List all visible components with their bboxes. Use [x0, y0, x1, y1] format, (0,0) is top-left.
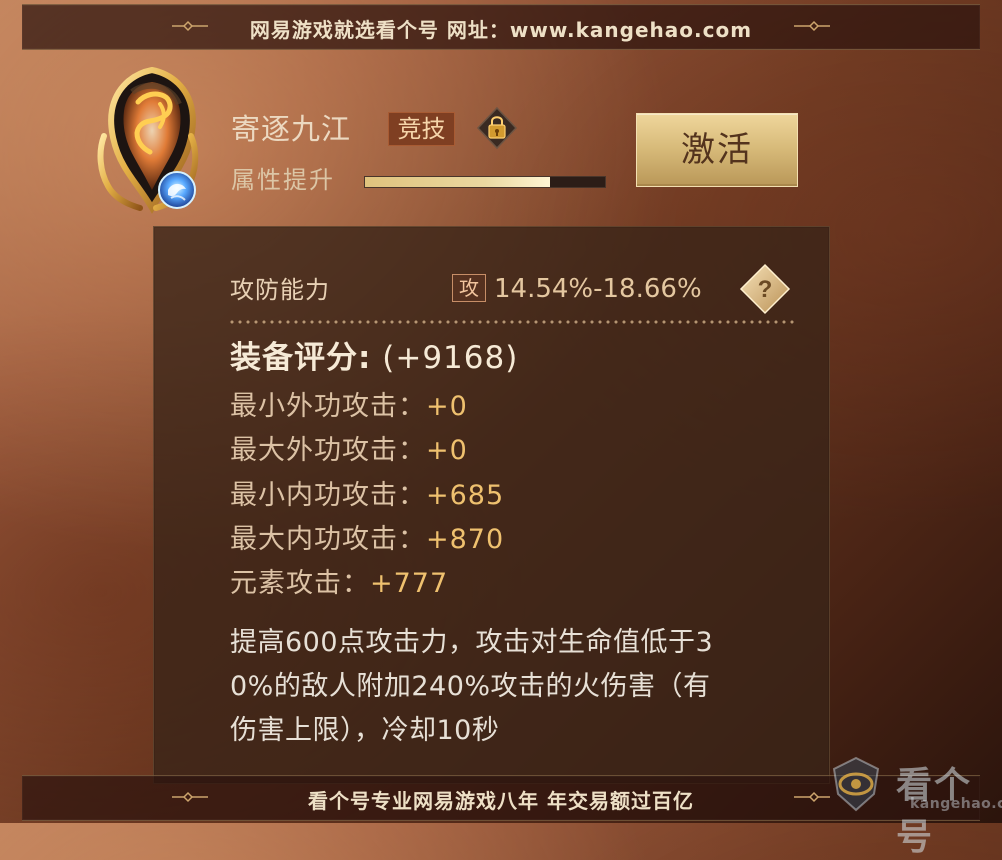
attribute-row: 最小内功攻击：+685: [230, 480, 504, 512]
attribute-name: 最小外功攻击: [230, 391, 398, 422]
item-icon: [90, 64, 215, 224]
equipment-score: 装备评分: (+9168): [230, 339, 518, 377]
attribute-value: +0: [426, 435, 468, 466]
attribute-separator: ：: [398, 480, 426, 511]
attribute-name: 最大内功攻击: [230, 524, 398, 555]
stats-range: 14.54%-18.66%: [494, 274, 702, 304]
score-value: (+9168): [382, 340, 519, 376]
attribute-row: 最小外功攻击：+0: [230, 391, 468, 423]
attribute-row: 最大外功攻击：+0: [230, 435, 468, 467]
attribute-progress-fill: [365, 177, 550, 187]
right-ornament-icon: [792, 17, 832, 35]
attribute-separator: ：: [398, 435, 426, 466]
attribute-value: +870: [426, 524, 505, 555]
lock-icon[interactable]: [474, 105, 520, 151]
question-icon[interactable]: ?: [738, 262, 792, 316]
top-banner-text: 网易游戏就选看个号 网址：www.kangehao.com: [249, 18, 753, 42]
description-line-3: 伤害上限），冷却10秒: [230, 715, 500, 746]
stats-section-label: 攻防能力: [230, 276, 330, 304]
attribute-name: 最小内功攻击: [230, 480, 398, 511]
attribute-value: +777: [370, 568, 449, 599]
svg-text:?: ?: [758, 276, 773, 303]
attribute-row: 元素攻击：+777: [230, 568, 448, 600]
score-label: 装备评分:: [230, 340, 372, 376]
attribute-separator: ：: [342, 568, 370, 599]
activate-button[interactable]: 激活: [636, 113, 798, 187]
description-line-2: 0%的敌人附加240%攻击的火伤害（有: [230, 671, 711, 702]
attribute-name: 最大外功攻击: [230, 435, 398, 466]
attribute-separator: ：: [398, 524, 426, 555]
description-line-1: 提高600点攻击力，攻击对生命值低于3: [230, 627, 714, 658]
attribute-progress: [364, 176, 606, 188]
attribute-value: +685: [426, 480, 505, 511]
item-description: 提高600点攻击力，攻击对生命值低于3 0%的敌人附加240%攻击的火伤害（有 …: [230, 621, 790, 753]
competitive-badge: 竞技: [388, 112, 455, 146]
attribute-name: 元素攻击: [230, 568, 342, 599]
attribute-separator: ：: [398, 391, 426, 422]
divider-line: [228, 320, 794, 324]
attribute-row: 最大内功攻击：+870: [230, 524, 504, 556]
watermark-subtitle: kangehao.com: [910, 796, 1002, 812]
watermark: 看个号 kangehao.com: [826, 754, 1002, 858]
item-name: 寄逐九江: [231, 112, 352, 146]
eye-shield-icon: [826, 754, 886, 814]
attribute-value: +0: [426, 391, 468, 422]
attribute-label: 属性提升: [231, 166, 335, 194]
top-banner: 网易游戏就选看个号 网址：www.kangehao.com: [22, 4, 980, 50]
attack-icon: 攻: [452, 274, 486, 302]
